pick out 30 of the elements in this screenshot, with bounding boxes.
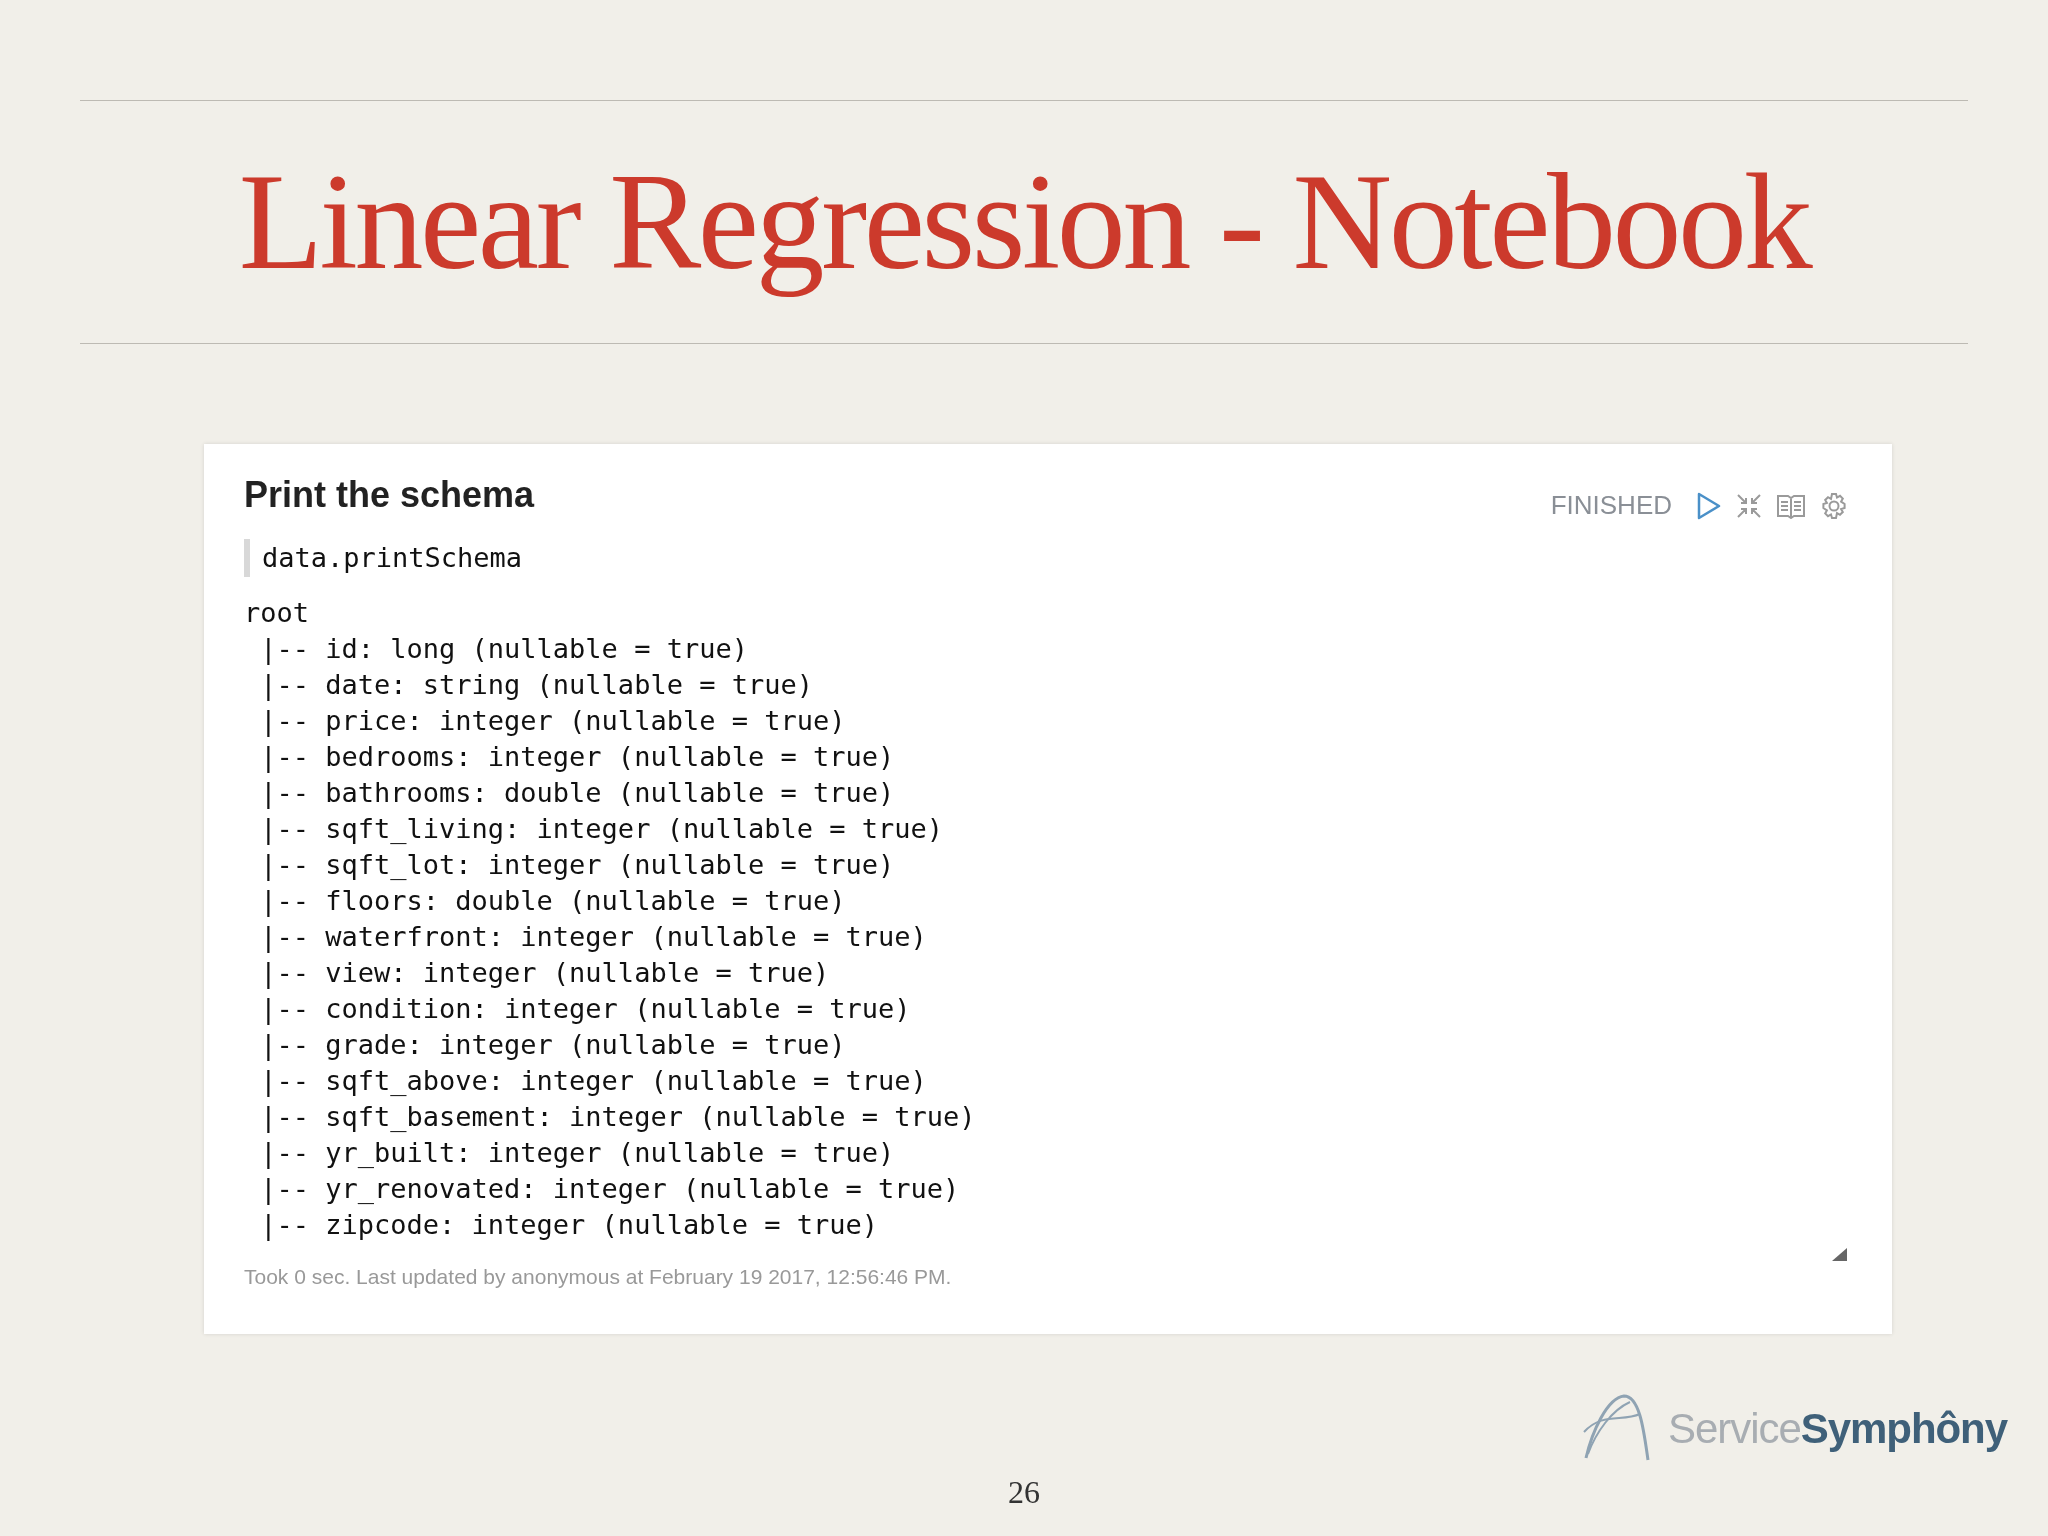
- output-line: |-- bathrooms: double (nullable = true): [259, 776, 896, 811]
- settings-icon[interactable]: [1820, 491, 1848, 520]
- output-line: |-- condition: integer (nullable = true): [259, 992, 912, 1027]
- output-line: |-- waterfront: integer (nullable = true): [259, 920, 928, 955]
- collapse-icon[interactable]: [1736, 492, 1762, 519]
- output-line: root: [244, 596, 311, 630]
- output-line: |-- yr_built: integer (nullable = true): [259, 1136, 896, 1171]
- output-line: |-- bedrooms: integer (nullable = true): [259, 740, 896, 775]
- output-line: |-- id: long (nullable = true): [259, 632, 749, 667]
- output-line: |-- yr_renovated: integer (nullable = true): [259, 1172, 961, 1207]
- output-line: |-- price: integer (nullable = true): [259, 704, 847, 739]
- output-line: |-- zipcode: integer (nullable = true): [259, 1208, 879, 1243]
- run-icon[interactable]: [1696, 491, 1722, 520]
- page-number: 26: [1007, 1473, 1041, 1512]
- status-label: FINISHED: [1550, 489, 1672, 522]
- logo-text: ServiceSymphôny: [1668, 1403, 2007, 1454]
- book-icon[interactable]: [1776, 492, 1806, 519]
- paragraph-title: Print the schema: [244, 473, 535, 517]
- output-line: |-- floors: double (nullable = true): [259, 884, 847, 919]
- code-input[interactable]: data.printSchema: [250, 539, 523, 577]
- output-line: |-- sqft_lot: integer (nullable = true): [259, 848, 896, 883]
- run-info-text: Took 0 sec. Last updated by anonymous at February 19 2017, 12:56:46 PM.: [244, 1264, 952, 1290]
- output-line: |-- sqft_basement: integer (nullable = true): [259, 1100, 977, 1135]
- output-line: |-- sqft_above: integer (nullable = true): [259, 1064, 928, 1099]
- output-line: |-- grade: integer (nullable = true): [259, 1028, 847, 1063]
- output-line: |-- sqft_living: integer (nullable = true): [259, 812, 944, 847]
- output-line: |-- date: string (nullable = true): [259, 668, 814, 703]
- output-line: |-- view: integer (nullable = true): [259, 956, 831, 991]
- slide-title: Linear Regression - Notebook: [238, 144, 1810, 300]
- resize-handle-icon[interactable]: [1832, 1248, 1848, 1262]
